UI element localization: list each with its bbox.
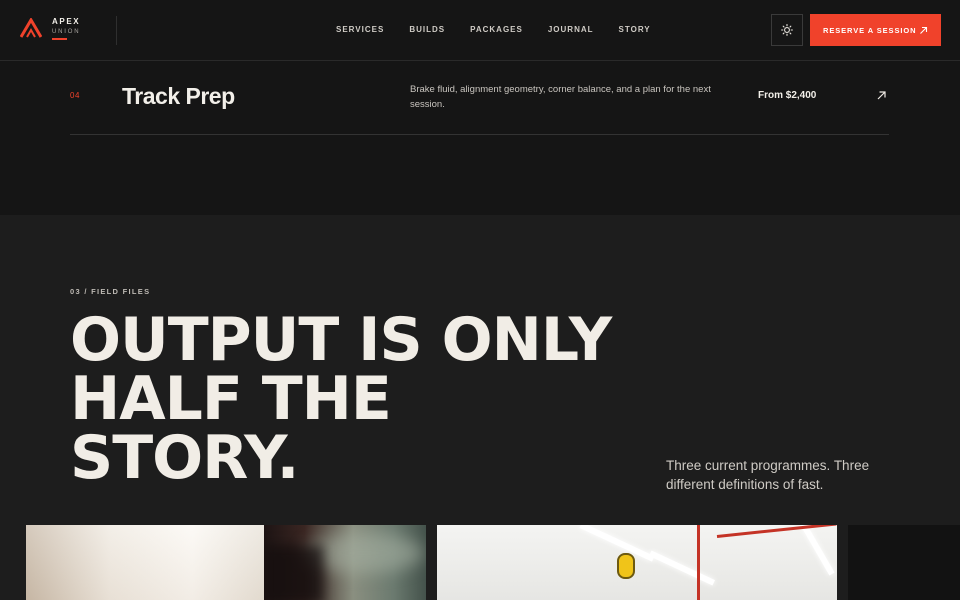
image-blur-shadow [264, 545, 324, 600]
section-eyebrow: 03 / FIELD FILES [70, 287, 151, 296]
service-number: 04 [70, 91, 80, 100]
brand-sub: UNION [52, 29, 81, 35]
apex-logo-icon [20, 18, 42, 38]
headline-line-2: HALF THE [70, 364, 392, 434]
nav-item-services[interactable]: SERVICES [336, 25, 384, 34]
ceiling-pipe [716, 525, 837, 538]
programme-image-3[interactable] [437, 525, 837, 600]
service-price: From $2,400 [758, 90, 817, 101]
reserve-session-button[interactable]: RESERVE A SESSION [810, 14, 941, 46]
programme-image-2[interactable] [264, 525, 426, 600]
nav-item-packages[interactable]: PACKAGES [470, 25, 523, 34]
ceiling-pipe [697, 525, 700, 600]
section-subtext: Three current programmes. Three differen… [666, 458, 870, 492]
headline-line-3: STORY. [70, 423, 299, 493]
hose-reel [617, 553, 635, 579]
brand-logo[interactable]: APEX UNION [20, 18, 80, 40]
arrow-up-right-icon [920, 26, 928, 34]
service-title: Track Prep [122, 83, 235, 109]
site-header: APEX UNION SERVICES BUILDS PACKAGES JOUR… [0, 0, 960, 61]
nav-item-builds[interactable]: BUILDS [409, 25, 445, 34]
ceiling-light [649, 550, 715, 586]
nav-item-journal[interactable]: JOURNAL [548, 25, 594, 34]
sun-icon [781, 24, 793, 36]
section-headline: OUTPUT IS ONLY HALF THE STORY. [70, 305, 670, 493]
theme-toggle-button[interactable] [771, 14, 803, 46]
field-files-section: 03 / FIELD FILES OUTPUT IS ONLY HALF THE… [0, 215, 960, 600]
headline-line-1: OUTPUT IS ONLY [70, 305, 612, 375]
nav-item-story[interactable]: STORY [619, 25, 651, 34]
main-nav: SERVICES BUILDS PACKAGES JOURNAL STORY [336, 25, 676, 34]
brand-underline [52, 38, 67, 40]
reserve-session-label: RESERVE A SESSION [823, 25, 917, 35]
programme-image-4[interactable] [848, 525, 960, 600]
arrow-up-right-icon[interactable] [876, 90, 887, 101]
programme-image-1[interactable] [26, 525, 264, 600]
ceiling-light [799, 525, 835, 576]
service-row-track-prep[interactable]: 04 Track Prep Brake fluid, alignment geo… [70, 61, 889, 135]
brand-name: APEX [52, 17, 81, 26]
ceiling-light [579, 525, 655, 562]
brand-wordmark: APEX UNION [52, 18, 80, 40]
service-description: Brake fluid, alignment geometry, corner … [410, 84, 711, 110]
header-divider [116, 16, 117, 45]
